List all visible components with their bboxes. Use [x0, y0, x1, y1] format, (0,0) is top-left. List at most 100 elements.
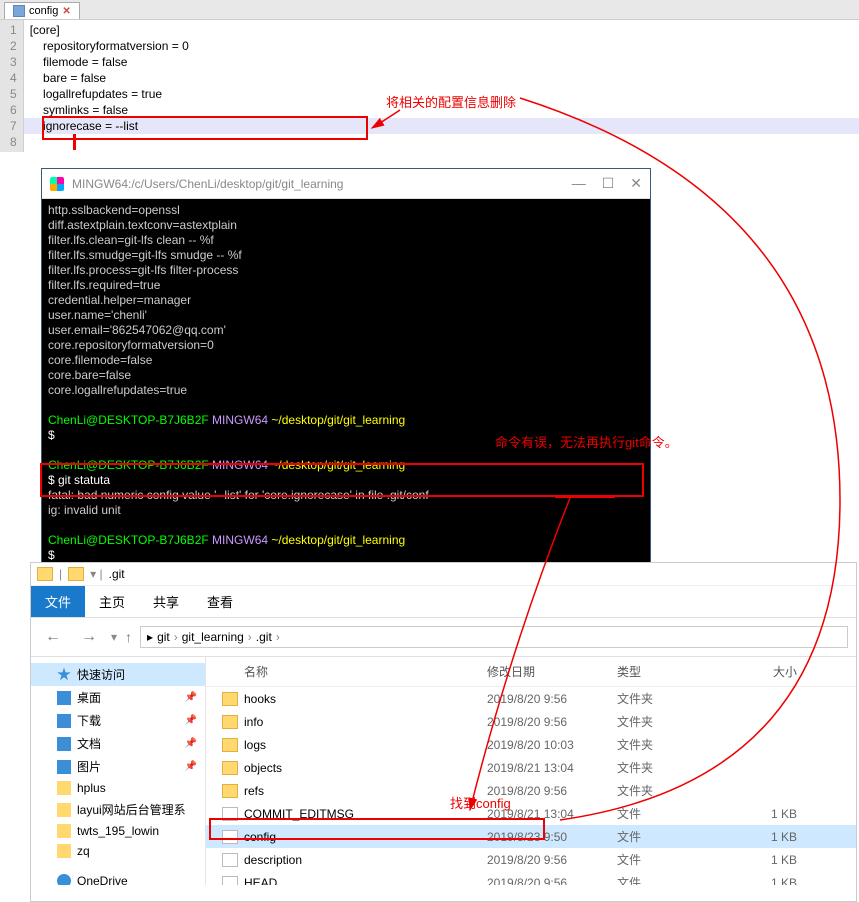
pin-icon: 📌	[185, 692, 197, 703]
file-type: 文件夹	[617, 782, 717, 799]
sidebar-label: layui网站后台管理系	[77, 801, 186, 818]
code-line[interactable]: symlinks = false	[24, 102, 859, 118]
code-line[interactable]: repositoryformatversion = 0	[24, 38, 859, 54]
tab-label: config	[29, 5, 58, 17]
sidebar-label: 图片	[77, 758, 101, 775]
file-row[interactable]: refs2019/8/20 9:56文件夹	[206, 779, 856, 802]
cloud-icon	[57, 874, 71, 885]
file-size: 1 KB	[717, 830, 797, 844]
editor-tab-bar: config ✕	[0, 0, 859, 20]
file-row[interactable]: objects2019/8/21 13:04文件夹	[206, 756, 856, 779]
breadcrumb-item[interactable]: git_learning	[182, 630, 244, 644]
close-icon[interactable]: ✕	[62, 6, 70, 17]
breadcrumb-item[interactable]: .git	[256, 630, 272, 644]
file-date: 2019/8/20 9:56	[487, 853, 617, 867]
ribbon-tab-share[interactable]: 共享	[139, 586, 193, 617]
code-line[interactable]: bare = false	[24, 70, 859, 86]
sidebar-label: hplus	[77, 781, 106, 795]
file-size: 1 KB	[717, 853, 797, 867]
folder-icon	[222, 738, 238, 752]
file-row[interactable]: description2019/8/20 9:56文件1 KB	[206, 848, 856, 871]
file-date: 2019/8/21 13:04	[487, 761, 617, 775]
file-type: 文件夹	[617, 759, 717, 776]
file-list-pane: 名称 修改日期 类型 大小 hooks2019/8/20 9:56文件夹info…	[206, 657, 856, 885]
sidebar-item[interactable]: layui网站后台管理系	[31, 798, 205, 821]
sidebar-item[interactable]: 下载 📌	[31, 709, 205, 732]
file-name: hooks	[244, 692, 276, 706]
star-icon	[57, 668, 71, 682]
file-rows: hooks2019/8/20 9:56文件夹info2019/8/20 9:56…	[206, 687, 856, 885]
file-type: 文件夹	[617, 713, 717, 730]
col-type[interactable]: 类型	[617, 663, 717, 680]
nav-forward-button[interactable]: →	[75, 628, 103, 646]
col-size[interactable]: 大小	[717, 663, 797, 680]
col-date[interactable]: 修改日期	[487, 663, 617, 680]
folder-icon	[222, 715, 238, 729]
code-line[interactable]: ignorecase = --list	[24, 118, 859, 134]
file-row[interactable]: hooks2019/8/20 9:56文件夹	[206, 687, 856, 710]
file-date: 2019/8/20 9:56	[487, 876, 617, 886]
ribbon-tab-view[interactable]: 查看	[193, 586, 247, 617]
file-row[interactable]: HEAD2019/8/20 9:56文件1 KB	[206, 871, 856, 885]
pic-icon	[57, 760, 71, 774]
column-headers[interactable]: 名称 修改日期 类型 大小	[206, 657, 856, 687]
sidebar: 快速访问桌面📌下载📌文档📌图片📌hpluslayui网站后台管理系twts_19…	[31, 657, 206, 885]
ribbon: 文件 主页 共享 查看	[31, 586, 856, 618]
file-name: description	[244, 853, 302, 867]
desk-icon	[57, 691, 71, 705]
pin-icon: 📌	[185, 738, 197, 749]
col-name[interactable]: 名称	[244, 665, 268, 679]
code-editor[interactable]: 12345678 [core] repositoryformatversion …	[0, 20, 859, 152]
file-type: 文件	[617, 828, 717, 845]
code-line[interactable]: filemode = false	[24, 54, 859, 70]
sidebar-label: 下载	[77, 712, 101, 729]
sidebar-item[interactable]: 文档📌	[31, 732, 205, 755]
file-row[interactable]: logs2019/8/20 10:03文件夹	[206, 733, 856, 756]
terminal-titlebar[interactable]: MINGW64:/c/Users/ChenLi/desktop/git/git_…	[42, 169, 650, 199]
code-line[interactable]: [core]	[24, 22, 859, 38]
editor-tab-config[interactable]: config ✕	[4, 2, 80, 19]
line-number-gutter: 12345678	[0, 20, 24, 152]
nav-up-button[interactable]: ↑	[125, 629, 132, 645]
breadcrumb-item[interactable]: git	[157, 630, 170, 644]
file-row[interactable]: COMMIT_EDITMSG2019/8/21 13:04文件1 KB	[206, 802, 856, 825]
sidebar-label: twts_195_lowin	[77, 824, 159, 838]
file-row[interactable]: info2019/8/20 9:56文件夹	[206, 710, 856, 733]
sidebar-item[interactable]: 桌面📌	[31, 686, 205, 709]
sidebar-item[interactable]: twts_195_lowin	[31, 821, 205, 841]
file-date: 2019/8/20 10:03	[487, 738, 617, 752]
file-name: info	[244, 715, 263, 729]
folder-icon	[222, 784, 238, 798]
sidebar-label: zq	[77, 844, 90, 858]
file-name: COMMIT_EDITMSG	[244, 807, 354, 821]
terminal-body[interactable]: http.sslbackend=openssldiff.astextplain.…	[42, 199, 650, 567]
file-name: refs	[244, 784, 264, 798]
file-icon	[222, 853, 238, 867]
file-row[interactable]: config2019/8/23 9:50文件1 KB	[206, 825, 856, 848]
file-icon	[222, 830, 238, 844]
code-line[interactable]: logallrefupdates = true	[24, 86, 859, 102]
maximize-button[interactable]: ☐	[602, 175, 615, 192]
fold-icon	[57, 824, 71, 838]
explorer-titlebar[interactable]: | ▾ | .git	[31, 563, 856, 586]
sidebar-item[interactable]: 图片📌	[31, 755, 205, 778]
sidebar-item[interactable]: OneDrive	[31, 871, 205, 885]
code-line[interactable]	[24, 134, 859, 150]
pin-icon: 📌	[185, 715, 197, 726]
minimize-button[interactable]: —	[572, 175, 586, 192]
doc-icon	[57, 737, 71, 751]
ribbon-tab-home[interactable]: 主页	[85, 586, 139, 617]
file-name: config	[244, 830, 276, 844]
code-content[interactable]: [core] repositoryformatversion = 0 filem…	[24, 20, 859, 152]
ribbon-tab-file[interactable]: 文件	[31, 586, 85, 617]
sidebar-label: 快速访问	[77, 666, 125, 683]
edit-cursor-marker	[73, 134, 76, 150]
nav-back-button[interactable]: ←	[39, 628, 67, 646]
sidebar-item[interactable]: 快速访问	[31, 663, 205, 686]
sidebar-item[interactable]: hplus	[31, 778, 205, 798]
file-icon	[222, 807, 238, 821]
close-button[interactable]: ✕	[630, 175, 642, 192]
sidebar-item[interactable]: zq	[31, 841, 205, 861]
file-name: logs	[244, 738, 266, 752]
address-bar[interactable]: ▸git › git_learning › .git ›	[140, 626, 848, 648]
